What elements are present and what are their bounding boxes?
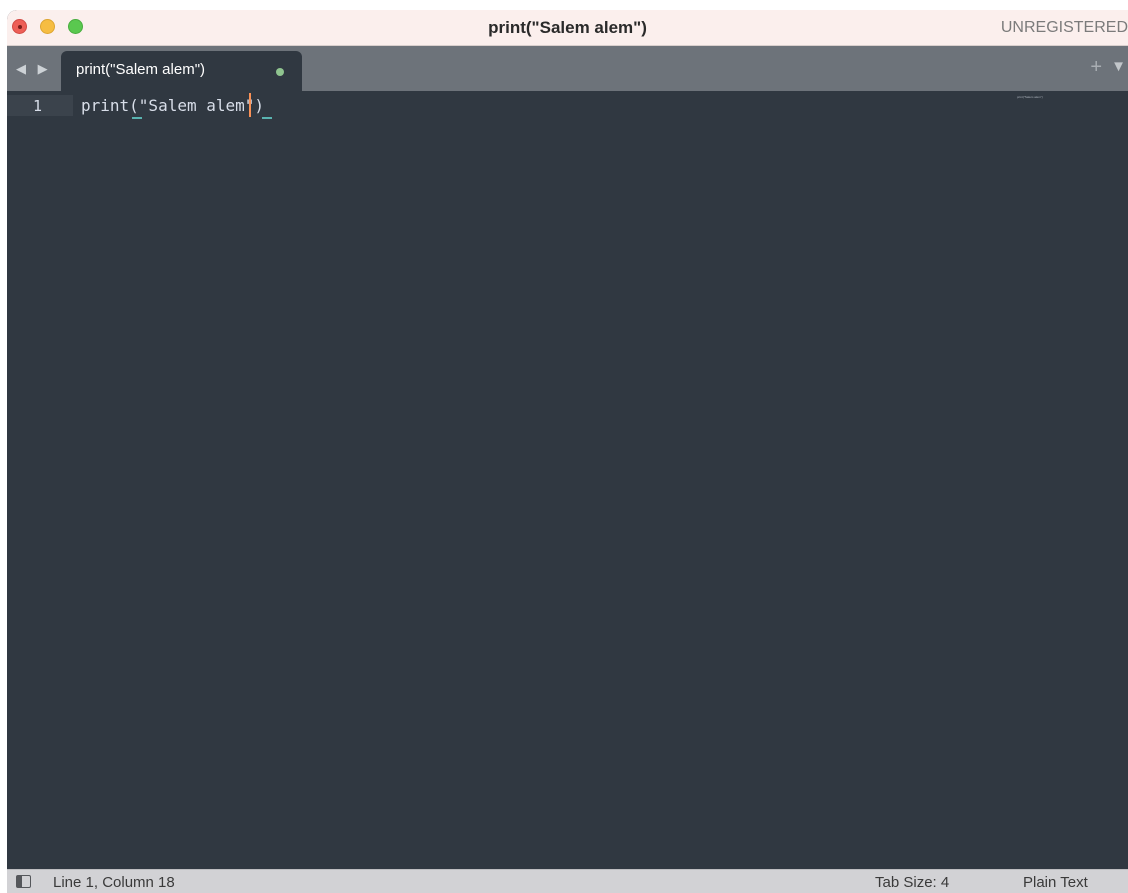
tab-menu-icon[interactable]: ▼ bbox=[1111, 58, 1126, 75]
syntax-selector[interactable]: Plain Text bbox=[1023, 874, 1088, 891]
text-caret bbox=[249, 93, 251, 117]
modified-dot-icon[interactable] bbox=[276, 68, 284, 76]
tab-label: print("Salem alem") bbox=[76, 61, 206, 78]
title-bar: print("Salem alem") UNREGISTERED bbox=[7, 10, 1128, 46]
bracket-match-underline bbox=[132, 117, 142, 119]
sidebar-toggle-icon[interactable] bbox=[16, 875, 31, 888]
tab-nav-arrows-icon[interactable]: ◀ ▶ bbox=[16, 61, 52, 77]
minimap[interactable]: print("Salem alem") bbox=[1017, 95, 1043, 99]
window-title: print("Salem alem") bbox=[488, 18, 647, 37]
bracket-match-underline bbox=[262, 117, 272, 119]
tab-size[interactable]: Tab Size: 4 bbox=[875, 874, 949, 891]
editor-area[interactable]: 1 print("Salem alem") print("Salem alem"… bbox=[7, 91, 1128, 869]
status-bar: Line 1, Column 18 Tab Size: 4 Plain Text bbox=[7, 869, 1128, 893]
editor-window: print("Salem alem") UNREGISTERED ◀ ▶ pri… bbox=[7, 10, 1128, 893]
cursor-position[interactable]: Line 1, Column 18 bbox=[53, 874, 175, 891]
tab-bar: ◀ ▶ print("Salem alem") + ▼ bbox=[7, 46, 1128, 91]
tab-print-salem-alem[interactable]: print("Salem alem") bbox=[61, 51, 302, 91]
code-line[interactable]: print("Salem alem") bbox=[81, 96, 264, 115]
unregistered-label: UNREGISTERED bbox=[1000, 19, 1128, 36]
line-number: 1 bbox=[33, 97, 43, 115]
new-tab-icon[interactable]: + bbox=[1090, 56, 1102, 79]
